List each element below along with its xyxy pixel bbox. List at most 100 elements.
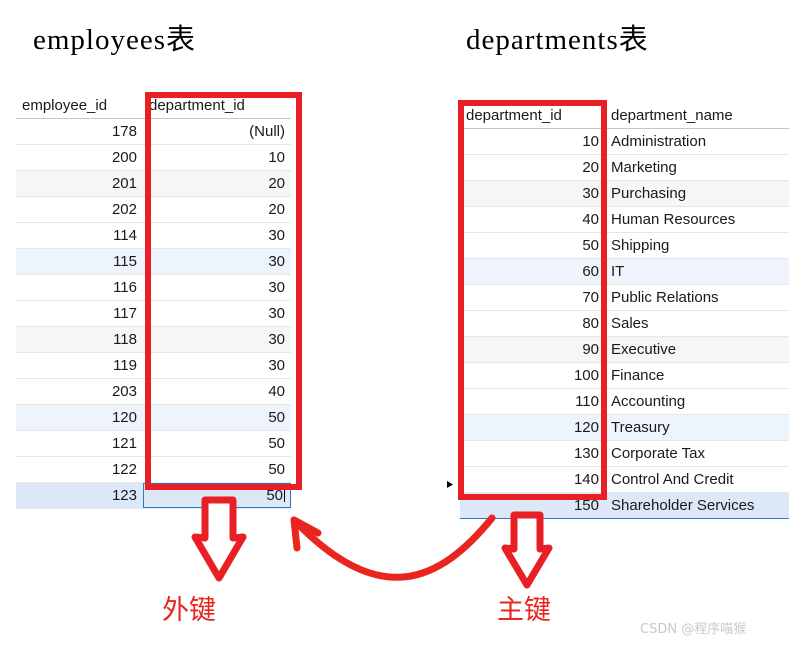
cell-department-name[interactable]: Sales: [605, 310, 789, 337]
cell-department-id[interactable]: 20: [460, 154, 605, 181]
cell-employee-id[interactable]: 123: [16, 482, 143, 509]
cell-department-name[interactable]: Marketing: [605, 154, 789, 181]
table-row[interactable]: 80 Sales: [460, 310, 789, 337]
cell-department-id[interactable]: 10: [143, 144, 291, 171]
cell-department-id[interactable]: 50: [143, 430, 291, 457]
cell-department-id[interactable]: 110: [460, 388, 605, 415]
cell-department-id[interactable]: 100: [460, 362, 605, 389]
cell-department-id[interactable]: 130: [460, 440, 605, 467]
table-row[interactable]: 120 50: [16, 404, 291, 431]
cell-department-id[interactable]: 30: [460, 180, 605, 207]
column-header-department-id[interactable]: department_id: [143, 93, 291, 119]
column-header-employee-id[interactable]: employee_id: [16, 93, 143, 119]
table-row[interactable]: 122 50: [16, 456, 291, 483]
cell-employee-id[interactable]: 117: [16, 300, 143, 327]
cell-department-id[interactable]: 30: [143, 300, 291, 327]
cell-department-name[interactable]: Shipping: [605, 232, 789, 259]
cell-department-id[interactable]: 30: [143, 222, 291, 249]
cell-department-id[interactable]: 50: [143, 482, 291, 509]
table-row[interactable]: 150 Shareholder Services: [460, 492, 789, 519]
cell-department-name[interactable]: Human Resources: [605, 206, 789, 233]
cell-employee-id[interactable]: 203: [16, 378, 143, 405]
table-row[interactable]: 119 30: [16, 352, 291, 379]
cell-department-id[interactable]: 30: [143, 352, 291, 379]
cell-employee-id[interactable]: 200: [16, 144, 143, 171]
table-row[interactable]: 90 Executive: [460, 336, 789, 363]
table-row[interactable]: 178 (Null): [16, 118, 291, 145]
cell-employee-id[interactable]: 121: [16, 430, 143, 457]
table-row[interactable]: 140 Control And Credit: [460, 466, 789, 493]
cell-employee-id[interactable]: 122: [16, 456, 143, 483]
cell-department-id[interactable]: 30: [143, 274, 291, 301]
cell-employee-id[interactable]: 119: [16, 352, 143, 379]
cell-employee-id[interactable]: 201: [16, 170, 143, 197]
table-row[interactable]: 130 Corporate Tax: [460, 440, 789, 467]
cell-department-name[interactable]: Shareholder Services: [605, 492, 789, 519]
table-row[interactable]: 114 30: [16, 222, 291, 249]
table-row[interactable]: 30 Purchasing: [460, 180, 789, 207]
cell-department-name[interactable]: Purchasing: [605, 180, 789, 207]
cell-department-id[interactable]: 140: [460, 466, 605, 493]
cell-department-name[interactable]: Administration: [605, 128, 789, 155]
table-row[interactable]: 201 20: [16, 170, 291, 197]
cell-department-id[interactable]: 80: [460, 310, 605, 337]
cell-department-id[interactable]: 120: [460, 414, 605, 441]
cell-department-name[interactable]: IT: [605, 258, 789, 285]
cell-department-name[interactable]: Public Relations: [605, 284, 789, 311]
cell-employee-id[interactable]: 178: [16, 118, 143, 145]
table-row[interactable]: 20 Marketing: [460, 154, 789, 181]
cell-department-id[interactable]: 30: [143, 248, 291, 275]
table-row[interactable]: 40 Human Resources: [460, 206, 789, 233]
table-row[interactable]: 121 50: [16, 430, 291, 457]
cell-department-name[interactable]: Control And Credit: [605, 466, 789, 493]
table-row[interactable]: 100 Finance: [460, 362, 789, 389]
cell-employee-id[interactable]: 115: [16, 248, 143, 275]
cell-employee-id[interactable]: 202: [16, 196, 143, 223]
cell-department-name[interactable]: Finance: [605, 362, 789, 389]
employees-data-grid[interactable]: employee_id department_id 178 (Null) 200 10…: [16, 93, 291, 509]
cell-department-id[interactable]: 20: [143, 170, 291, 197]
cell-employee-id[interactable]: 120: [16, 404, 143, 431]
cell-department-id[interactable]: 150: [460, 492, 605, 519]
table-row[interactable]: 50 Shipping: [460, 232, 789, 259]
table-row[interactable]: 118 30: [16, 326, 291, 353]
cell-department-id[interactable]: (Null): [143, 118, 291, 145]
foreign-key-label: 外键: [162, 595, 216, 626]
table-row[interactable]: 120 Treasury: [460, 414, 789, 441]
cell-department-id[interactable]: 40: [143, 378, 291, 405]
cell-department-id[interactable]: 20: [143, 196, 291, 223]
diagram-canvas: employees表 departments表 employee_id depa…: [0, 0, 789, 649]
table-row[interactable]: 110 Accounting: [460, 388, 789, 415]
cell-department-id[interactable]: 50: [143, 404, 291, 431]
table-row[interactable]: 115 30: [16, 248, 291, 275]
departments-rows: 10 Administration 20 Marketing 30 Purchasing 4…: [460, 128, 789, 519]
table-row[interactable]: 200 10: [16, 144, 291, 171]
departments-table-title: departments表: [466, 24, 649, 56]
cell-department-id[interactable]: 10: [460, 128, 605, 155]
cell-department-id[interactable]: 30: [143, 326, 291, 353]
column-header-department-name[interactable]: department_name: [605, 103, 789, 129]
table-row[interactable]: 202 20: [16, 196, 291, 223]
cell-department-id[interactable]: 50: [143, 456, 291, 483]
cell-department-id[interactable]: 70: [460, 284, 605, 311]
table-row[interactable]: 10 Administration: [460, 128, 789, 155]
cell-employee-id[interactable]: 114: [16, 222, 143, 249]
table-row[interactable]: 117 30: [16, 300, 291, 327]
cell-department-name[interactable]: Treasury: [605, 414, 789, 441]
column-header-department-id[interactable]: department_id: [460, 103, 605, 129]
cell-department-name[interactable]: Corporate Tax: [605, 440, 789, 467]
cell-employee-id[interactable]: 118: [16, 326, 143, 353]
cell-department-name[interactable]: Accounting: [605, 388, 789, 415]
cell-department-id[interactable]: 60: [460, 258, 605, 285]
table-row[interactable]: 203 40: [16, 378, 291, 405]
cell-department-id[interactable]: 50: [460, 232, 605, 259]
cell-department-name[interactable]: Executive: [605, 336, 789, 363]
table-row[interactable]: 70 Public Relations: [460, 284, 789, 311]
table-row[interactable]: 116 30: [16, 274, 291, 301]
table-row[interactable]: 123 50: [16, 482, 291, 509]
cell-employee-id[interactable]: 116: [16, 274, 143, 301]
departments-data-grid[interactable]: department_id department_name 10 Administ…: [460, 103, 789, 519]
table-row[interactable]: 60 IT: [460, 258, 789, 285]
cell-department-id[interactable]: 90: [460, 336, 605, 363]
cell-department-id[interactable]: 40: [460, 206, 605, 233]
